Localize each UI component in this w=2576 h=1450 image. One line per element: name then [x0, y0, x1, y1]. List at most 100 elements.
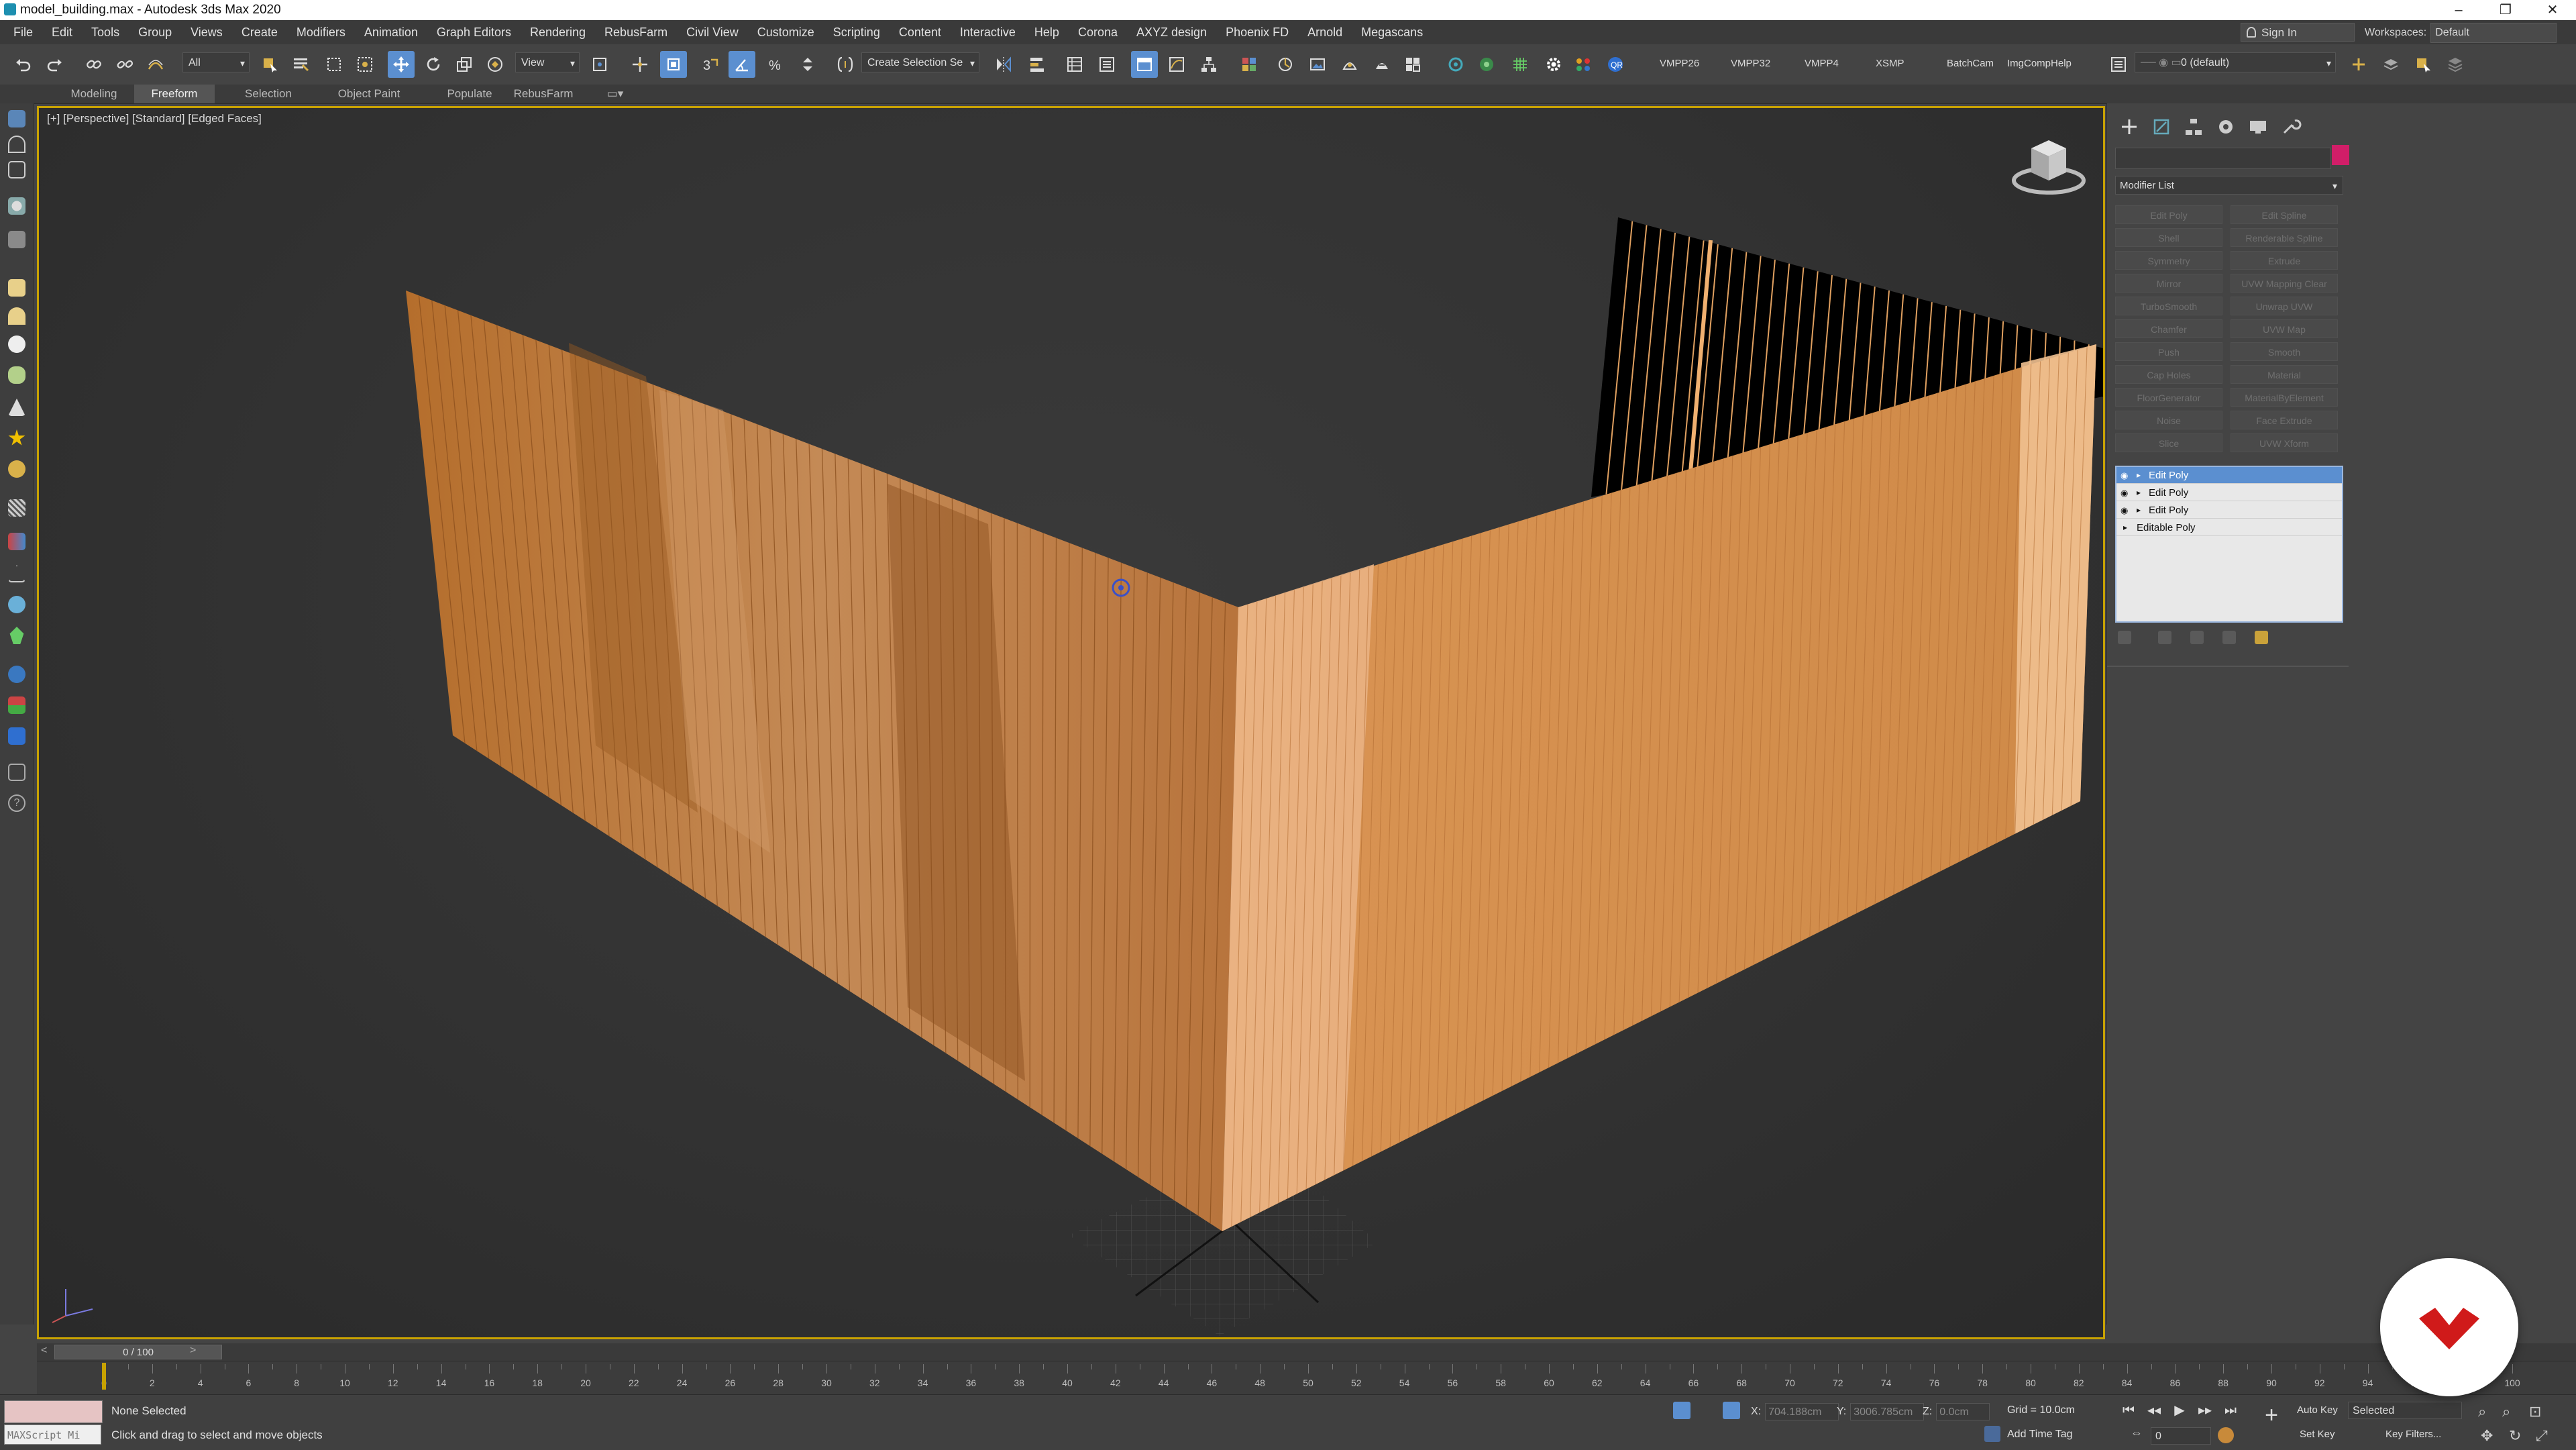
utilities-tab-icon[interactable] [2279, 115, 2302, 138]
ribbon-options-icon[interactable]: ▭▾ [598, 85, 632, 103]
stack-item[interactable]: ◉ ▸ Edit Poly [2116, 502, 2342, 519]
create-tab-icon[interactable] [2118, 115, 2141, 138]
visibility-eye-icon[interactable]: ◉ [2121, 467, 2133, 484]
pivot-center-icon[interactable] [586, 51, 613, 78]
display-icon[interactable] [8, 727, 25, 745]
percent-snap-icon[interactable]: % [762, 51, 789, 78]
render-iterative-icon[interactable] [1368, 51, 1395, 78]
menu-item-modifiers[interactable]: Modifiers [287, 20, 355, 44]
undo-icon[interactable] [9, 51, 36, 78]
minimize-button[interactable]: – [2435, 0, 2482, 20]
modifier-button-uvw-map[interactable]: UVW Map [2231, 319, 2338, 338]
next-frame-button-icon[interactable]: ▸▸ [2195, 1400, 2215, 1420]
globe-icon[interactable] [8, 666, 25, 683]
modifier-button-unwrap-uvw[interactable]: Unwrap UVW [2231, 297, 2338, 315]
next-frame-icon[interactable]: > [190, 1345, 196, 1357]
menu-item-megascans[interactable]: Megascans [1352, 20, 1432, 44]
expand-arrow-icon[interactable]: ▸ [2137, 467, 2141, 484]
time-slider[interactable]: 0 / 100 [54, 1345, 222, 1359]
maxscript-listener[interactable] [4, 1400, 103, 1423]
layer-manager-icon[interactable] [2105, 51, 2132, 78]
hierarchy-tab-icon[interactable] [2182, 115, 2205, 138]
orbit-icon[interactable]: ↻ [2509, 1427, 2521, 1445]
menu-item-content[interactable]: Content [890, 20, 951, 44]
stack-item[interactable]: ▸ Editable Poly [2116, 519, 2342, 536]
select-and-rotate-icon[interactable] [420, 51, 447, 78]
workspace-value[interactable]: Default [2430, 23, 2557, 43]
modifier-list-dropdown[interactable]: Modifier List [2115, 176, 2343, 195]
tab-modeling[interactable]: Modeling [60, 85, 127, 103]
particles-icon[interactable] [8, 533, 25, 550]
perspective-viewport[interactable]: [+] [Perspective] [Standard] [Edged Face… [37, 106, 2105, 1339]
sphere-gold-icon[interactable] [8, 460, 25, 478]
named-selection-sets-dropdown[interactable]: Create Selection Se [861, 52, 979, 73]
tab-object-paint[interactable]: Object Paint [322, 85, 416, 103]
reference-coordinate-dropdown[interactable]: View [515, 52, 580, 73]
previous-frame-icon[interactable]: ◂◂ [2144, 1400, 2164, 1420]
visibility-eye-icon[interactable]: ◉ [2121, 502, 2133, 519]
layer-dropdown[interactable]: ── ◉ ▭0 (default) [2135, 52, 2336, 73]
tab-populate[interactable]: Populate [429, 85, 510, 103]
sun-icon[interactable] [8, 429, 25, 446]
auto-key-button[interactable]: Auto Key [2297, 1404, 2338, 1416]
go-to-start-icon[interactable]: ⏮ [2118, 1400, 2139, 1420]
configure-modifier-sets-icon[interactable] [2255, 631, 2268, 644]
schematic-view-icon[interactable] [1195, 51, 1222, 78]
modifier-button-floorgenerator[interactable]: FloorGenerator [2115, 388, 2222, 407]
expand-arrow-icon[interactable]: ▸ [2123, 519, 2127, 536]
set-key-button[interactable]: Set Key [2300, 1429, 2335, 1440]
modify-tab-icon[interactable] [2150, 115, 2173, 138]
grid-tool-icon[interactable] [1507, 51, 1534, 78]
menu-item-file[interactable]: File [4, 20, 42, 44]
script-button-vmpp26[interactable]: VMPP26 [1660, 58, 1699, 69]
display-tab-icon[interactable] [2247, 115, 2269, 138]
tab-rebusfarm[interactable]: RebusFarm [503, 85, 584, 103]
gear-icon[interactable] [1540, 51, 1567, 78]
modifier-button-symmetry[interactable]: Symmetry [2115, 251, 2222, 270]
box-icon[interactable] [8, 161, 25, 178]
script-button-xsmp[interactable]: XSMP [1876, 58, 1904, 69]
close-button[interactable]: ✕ [2529, 0, 2576, 20]
mirror-icon[interactable] [990, 51, 1017, 78]
modifier-button-turbosmooth[interactable]: TurboSmooth [2115, 297, 2222, 315]
isolate-selection-icon[interactable] [1673, 1402, 1690, 1419]
menu-item-tools[interactable]: Tools [82, 20, 129, 44]
add-to-layer-icon[interactable] [2377, 51, 2404, 78]
play-icon[interactable]: ▶ [2169, 1400, 2190, 1420]
scene-explorer-icon[interactable] [1061, 51, 1088, 78]
modifier-button-face-extrude[interactable]: Face Extrude [2231, 411, 2338, 429]
modifier-button-shell[interactable]: Shell [2115, 228, 2222, 247]
modifier-button-edit-poly[interactable]: Edit Poly [2115, 205, 2222, 224]
zoom-icon[interactable]: ⌕ [2478, 1403, 2486, 1420]
key-mode-dropdown[interactable]: Selected [2348, 1402, 2462, 1419]
modifier-button-slice[interactable]: Slice [2115, 433, 2222, 452]
curve-editor-icon[interactable] [1163, 51, 1190, 78]
maximize-viewport-icon[interactable]: ⤢ [2536, 1427, 2548, 1445]
rect-selection-region-icon[interactable] [321, 51, 347, 78]
window-crossing-icon[interactable] [352, 51, 378, 78]
rendered-frame-window-icon[interactable] [1304, 51, 1331, 78]
select-manipulate-icon[interactable] [627, 51, 653, 78]
create-geometry-icon[interactable] [8, 110, 25, 127]
pin-stack-icon[interactable] [2118, 631, 2131, 644]
menu-item-scripting[interactable]: Scripting [824, 20, 890, 44]
make-unique-icon[interactable] [2190, 631, 2204, 644]
menu-item-edit[interactable]: Edit [42, 20, 82, 44]
script-button-imgcomphelp[interactable]: ImgCompHelp [2007, 58, 2072, 69]
remove-modifier-icon[interactable] [2222, 631, 2236, 644]
select-by-name-icon[interactable] [287, 51, 314, 78]
zoom-all-icon[interactable]: ⌕ [2502, 1403, 2510, 1420]
menu-item-animation[interactable]: Animation [355, 20, 427, 44]
prev-frame-icon[interactable]: < [41, 1345, 47, 1357]
modifier-button-renderable-spline[interactable]: Renderable Spline [2231, 228, 2338, 247]
time-tag-icon[interactable] [1984, 1426, 2000, 1442]
menu-item-help[interactable]: Help [1025, 20, 1069, 44]
pan-icon[interactable]: ✥ [2481, 1427, 2493, 1445]
script-button-batchcam[interactable]: BatchCam [1947, 58, 1994, 69]
menu-item-create[interactable]: Create [232, 20, 287, 44]
select-object-icon[interactable] [256, 51, 283, 78]
menu-item-customize[interactable]: Customize [748, 20, 824, 44]
modifier-button-push[interactable]: Push [2115, 342, 2222, 361]
key-filters-button[interactable]: Key Filters... [2385, 1429, 2441, 1440]
cone-icon[interactable] [8, 399, 25, 416]
